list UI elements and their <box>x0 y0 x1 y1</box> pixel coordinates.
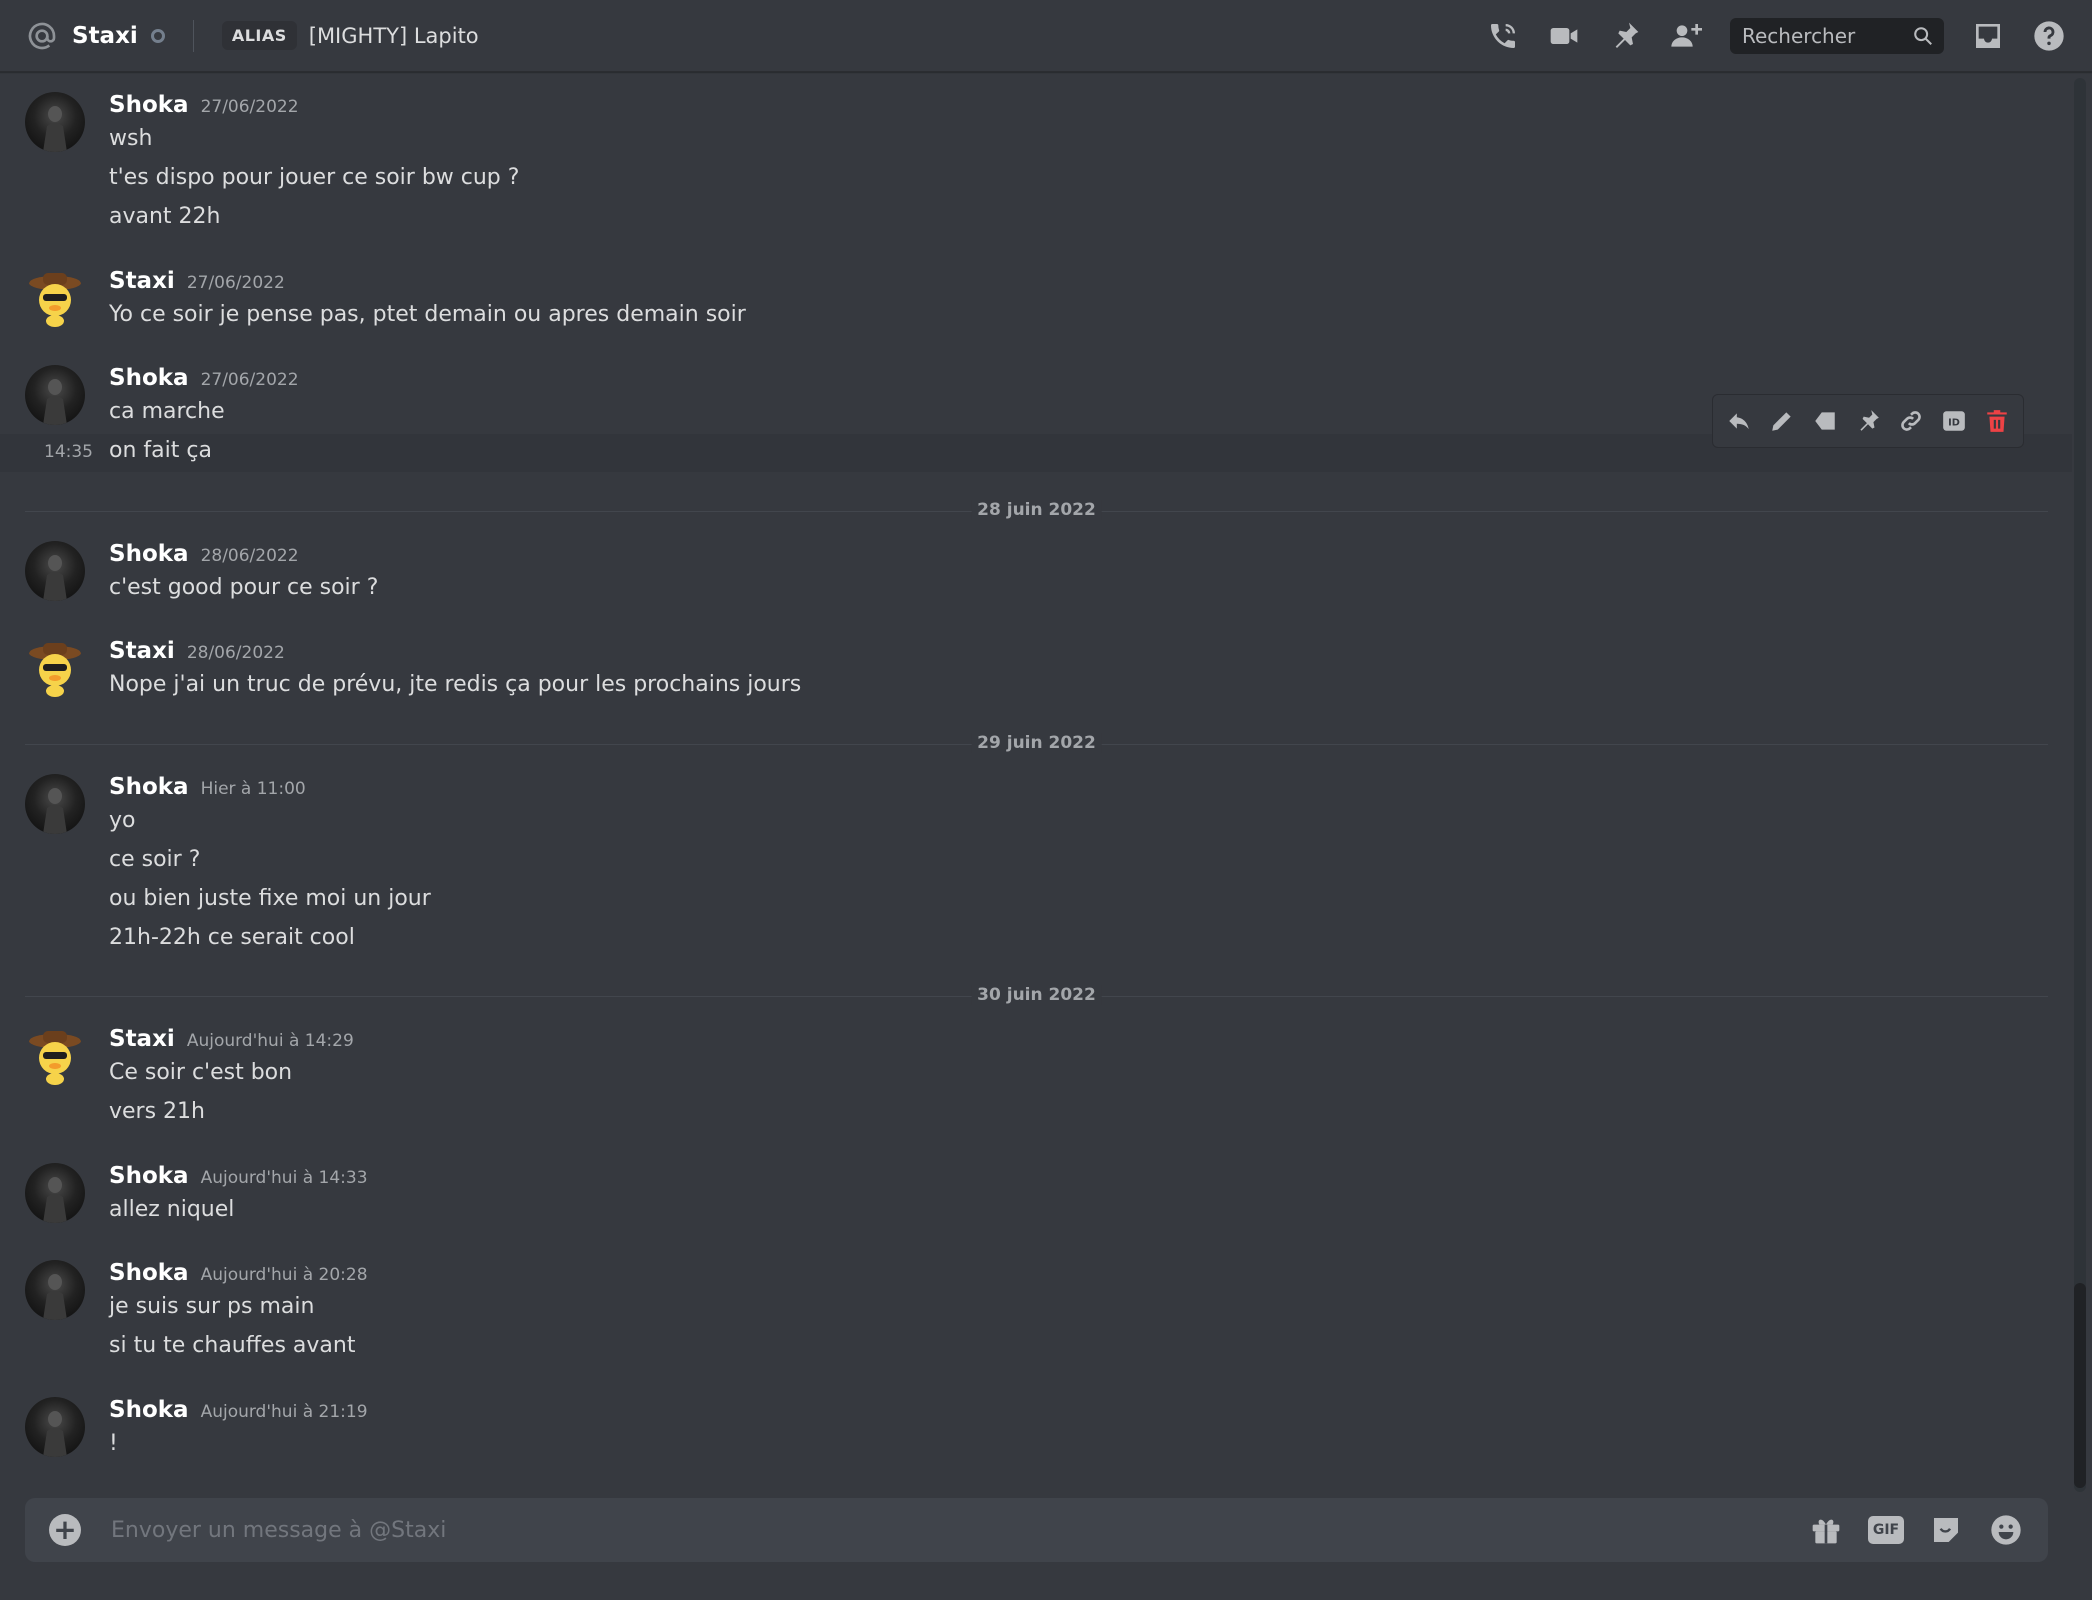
message-list: Shoka 27/06/2022 wsh t'es dispo pour joue… <box>0 72 2072 1492</box>
gif-icon[interactable]: GIF <box>1868 1516 1904 1544</box>
message-content: ce soir ? <box>109 847 201 872</box>
message-group[interactable]: Shoka Aujourd'hui à 20:28 je suis sur ps … <box>0 1260 2072 1370</box>
message-group[interactable]: Staxi Aujourd'hui à 14:29 Ce soir c'est b… <box>0 1026 2072 1136</box>
date-divider: 30 juin 2022 <box>25 985 2048 1005</box>
message-content: Ce soir c'est bon <box>109 1060 293 1085</box>
message-content: avant 22h <box>109 204 221 229</box>
reply-icon[interactable] <box>1725 407 1753 435</box>
message-content: ca marche <box>109 399 225 424</box>
alias-badge: ALIAS <box>221 21 297 50</box>
message-content: on fait ça <box>109 438 212 463</box>
message-content: Yo ce soir je pense pas, ptet demain ou … <box>109 302 746 327</box>
status-offline-icon <box>150 28 165 43</box>
message-author[interactable]: Staxi <box>109 268 175 294</box>
search-input[interactable] <box>1740 22 1900 49</box>
date-divider-label: 30 juin 2022 <box>971 985 1102 1005</box>
message-content: si tu te chauffes avant <box>109 1333 356 1358</box>
message-content: allez niquel <box>109 1197 235 1222</box>
avatar[interactable] <box>25 268 85 328</box>
edit-icon[interactable] <box>1768 407 1796 435</box>
avatar[interactable] <box>25 1026 85 1086</box>
message-group[interactable]: Staxi 27/06/2022 Yo ce soir je pense pas,… <box>0 268 2072 338</box>
date-divider: 29 juin 2022 <box>25 733 2048 753</box>
message-content: 21h-22h ce serait cool <box>109 925 355 950</box>
video-call-icon[interactable] <box>1547 19 1581 53</box>
message-content: c'est good pour ce soir ? <box>109 575 379 600</box>
message-timestamp: Aujourd'hui à 14:33 <box>200 1168 368 1188</box>
message-author[interactable]: Shoka <box>109 774 189 800</box>
message-group[interactable]: Shoka 27/06/2022 wsh t'es dispo pour joue… <box>0 92 2072 262</box>
message-content: ! <box>109 1431 118 1456</box>
message-author[interactable]: Shoka <box>109 541 189 567</box>
at-icon <box>26 19 60 53</box>
channel-header: Staxi ALIAS [MIGHTY] Lapito <box>0 0 2092 72</box>
inbox-icon[interactable] <box>1971 19 2005 53</box>
header-divider <box>192 19 194 52</box>
message-timestamp: Hier à 11:00 <box>200 779 306 799</box>
date-divider-label: 29 juin 2022 <box>971 733 1102 753</box>
message-author[interactable]: Shoka <box>109 1397 189 1423</box>
message-timestamp: Aujourd'hui à 20:28 <box>200 1265 368 1285</box>
avatar[interactable] <box>25 774 85 834</box>
delete-icon[interactable] <box>1983 407 2011 435</box>
scrollbar[interactable] <box>2074 78 2086 1492</box>
date-divider: 28 juin 2022 <box>25 500 2048 520</box>
message-timestamp: 27/06/2022 <box>186 273 285 293</box>
avatar[interactable] <box>25 1260 85 1320</box>
avatar[interactable] <box>25 365 85 425</box>
message-author[interactable]: Staxi <box>109 638 175 664</box>
message-group[interactable]: Staxi 28/06/2022 Nope j'ai un truc de pré… <box>0 638 2072 708</box>
avatar[interactable] <box>25 92 85 152</box>
message-content: wsh <box>109 126 153 151</box>
message-timestamp: 28/06/2022 <box>200 546 299 566</box>
message-timestamp: Aujourd'hui à 21:19 <box>200 1402 368 1422</box>
svg-text:ID: ID <box>1948 417 1960 428</box>
message-content: ou bien juste fixe moi un jour <box>109 886 431 911</box>
avatar[interactable] <box>25 638 85 698</box>
mark-unread-icon[interactable] <box>1811 407 1839 435</box>
message-author[interactable]: Shoka <box>109 92 189 118</box>
avatar[interactable] <box>25 1163 85 1223</box>
voice-call-icon[interactable] <box>1486 19 1520 53</box>
sticker-icon[interactable] <box>1928 1512 1964 1548</box>
avatar[interactable] <box>25 1397 85 1457</box>
message-author[interactable]: Shoka <box>109 365 189 391</box>
help-icon[interactable] <box>2032 19 2066 53</box>
gift-icon[interactable] <box>1808 1512 1844 1548</box>
pin-icon[interactable] <box>1854 407 1882 435</box>
avatar[interactable] <box>25 541 85 601</box>
message-group[interactable]: Shoka 28/06/2022 c'est good pour ce soir … <box>0 541 2072 611</box>
add-attachment-icon[interactable]: + <box>49 1514 81 1546</box>
channel-name: Staxi <box>72 22 138 49</box>
message-group[interactable]: Shoka Aujourd'hui à 14:33 allez niquel <box>0 1163 2072 1233</box>
emoji-icon[interactable] <box>1988 1512 2024 1548</box>
message-author[interactable]: Shoka <box>109 1163 189 1189</box>
message-content: je suis sur ps main <box>109 1294 315 1319</box>
search-icon <box>1912 25 1934 47</box>
search-box[interactable] <box>1730 17 1944 54</box>
message-content: yo <box>109 808 136 833</box>
alias-value: [MIGHTY] Lapito <box>308 23 479 48</box>
message-author[interactable]: Staxi <box>109 1026 175 1052</box>
message-timestamp: 28/06/2022 <box>186 643 285 663</box>
message-group[interactable]: Shoka Aujourd'hui à 21:19 ! <box>0 1397 2072 1467</box>
message-timestamp: 27/06/2022 <box>200 370 299 390</box>
message-input[interactable] <box>109 1516 1784 1544</box>
date-divider-label: 28 juin 2022 <box>971 500 1102 520</box>
message-content: t'es dispo pour jouer ce soir bw cup ? <box>109 165 520 190</box>
copy-link-icon[interactable] <box>1897 407 1925 435</box>
message-content: Nope j'ai un truc de prévu, jte redis ça… <box>109 672 802 697</box>
message-composer: + GIF <box>25 1498 2048 1562</box>
message-timestamp: 27/06/2022 <box>200 97 299 117</box>
message-author[interactable]: Shoka <box>109 1260 189 1286</box>
message-timestamp: Aujourd'hui à 14:29 <box>186 1031 354 1051</box>
copy-id-icon[interactable]: ID <box>1940 407 1968 435</box>
pinned-messages-icon[interactable] <box>1608 19 1642 53</box>
message-content: vers 21h <box>109 1099 205 1124</box>
scrollbar-thumb[interactable] <box>2074 1283 2086 1488</box>
add-friend-icon[interactable] <box>1669 19 1703 53</box>
message-hover-time: 14:35 <box>44 442 93 462</box>
message-group[interactable]: Shoka Hier à 11:00 yo ce soir ? ou bien j… <box>0 774 2072 950</box>
message-actions-toolbar: ID <box>1712 394 2024 448</box>
